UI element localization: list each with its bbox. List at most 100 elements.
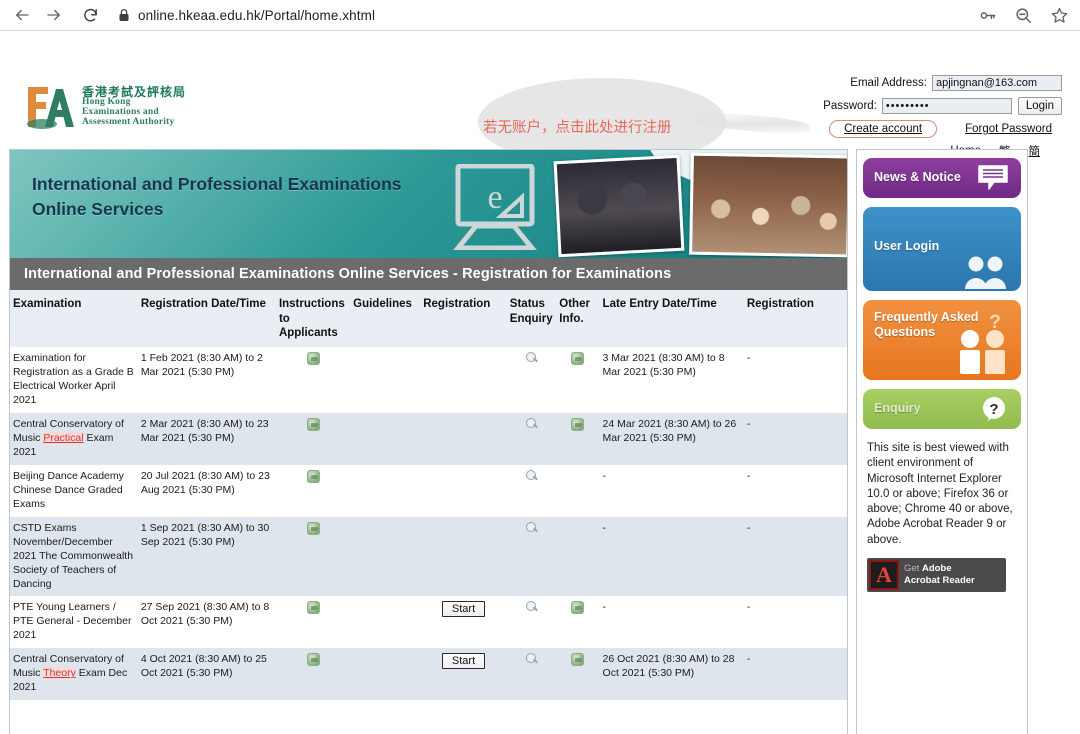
pdf-document-icon[interactable] bbox=[306, 469, 320, 483]
cell-registration-datetime: 2 Mar 2021 (8:30 AM) to 23 Mar 2021 (5:3… bbox=[137, 412, 276, 465]
magnifier-icon[interactable] bbox=[525, 417, 538, 430]
pdf-document-icon[interactable] bbox=[306, 653, 320, 667]
adobe-get-label: Get bbox=[904, 562, 922, 574]
tile-label-user-login: User Login bbox=[874, 239, 940, 253]
cell-status-enquiry[interactable] bbox=[506, 596, 557, 649]
pdf-document-icon[interactable] bbox=[306, 521, 320, 535]
cell-registration-datetime: 27 Sep 2021 (8:30 AM) to 8 Oct 2021 (5:3… bbox=[137, 596, 276, 649]
magnifier-icon[interactable] bbox=[525, 653, 538, 665]
cell-guidelines bbox=[350, 648, 421, 701]
cell-registration-datetime: 1 Sep 2021 (8:30 AM) to 30 Sep 2021 (5:3… bbox=[137, 516, 276, 597]
exam-detail-link[interactable]: Practical bbox=[43, 431, 84, 444]
sidebar: News & Notice User Login Frequently Aske… bbox=[856, 149, 1028, 734]
pdf-document-icon[interactable] bbox=[571, 417, 585, 431]
hkeaa-logo[interactable]: 香港考試及評核局 Hong Kong Examinations and Asse… bbox=[22, 83, 186, 131]
back-button[interactable] bbox=[8, 1, 36, 29]
cell-guidelines bbox=[350, 516, 421, 597]
pdf-document-icon[interactable] bbox=[571, 653, 585, 667]
banner-photo-exam-hall bbox=[689, 152, 847, 258]
col-header-late-entry-date: Late Entry Date/Time bbox=[599, 290, 744, 348]
pdf-document-icon[interactable] bbox=[306, 417, 320, 431]
faq-people-icon: ? bbox=[955, 312, 1011, 374]
cell-other-info[interactable] bbox=[556, 412, 600, 465]
zoom-out-icon[interactable] bbox=[1012, 4, 1034, 26]
password-field[interactable] bbox=[881, 98, 1012, 114]
create-account-highlight: Create account bbox=[829, 120, 938, 138]
table-row: Central Conservatory of Music Practical … bbox=[10, 412, 847, 465]
cell-examination: Central Conservatory of Music Practical … bbox=[10, 412, 138, 465]
cell-late-entry-datetime: 24 Mar 2021 (8:30 AM) to 26 Mar 2021 (5:… bbox=[599, 412, 744, 465]
cell-status-enquiry[interactable] bbox=[506, 516, 557, 597]
two-users-icon bbox=[963, 255, 1009, 289]
password-key-icon[interactable] bbox=[976, 4, 998, 26]
cell-late-registration: - bbox=[743, 516, 847, 597]
cell-instructions[interactable] bbox=[275, 648, 351, 701]
content-panel: International and Professional Examinati… bbox=[9, 149, 848, 734]
cell-guidelines bbox=[350, 464, 421, 517]
cell-status-enquiry[interactable] bbox=[506, 412, 557, 465]
cell-instructions[interactable] bbox=[275, 464, 351, 517]
cell-status-enquiry[interactable] bbox=[506, 464, 557, 517]
svg-text:e: e bbox=[487, 179, 502, 216]
banner-title: International and Professional Examinati… bbox=[32, 172, 402, 223]
create-account-link[interactable]: Create account bbox=[844, 123, 922, 135]
cell-late-registration: - bbox=[743, 596, 847, 649]
hkeaa-logo-icon bbox=[22, 83, 74, 131]
pdf-document-icon[interactable] bbox=[306, 601, 320, 615]
reload-button[interactable] bbox=[76, 1, 104, 29]
col-header-instructions: Instructions to Applicants bbox=[275, 290, 351, 348]
browser-toolbar: online.hkeaa.edu.hk/Portal/home.xhtml bbox=[0, 0, 1080, 31]
cell-instructions[interactable] bbox=[275, 516, 351, 597]
question-mark-icon: ? bbox=[981, 396, 1007, 422]
adobe-product-label: Acrobat Reader bbox=[904, 574, 975, 586]
cell-status-enquiry[interactable] bbox=[506, 347, 557, 413]
adobe-badge-text: Get Adobe Acrobat Reader bbox=[904, 563, 975, 587]
email-label: Email Address: bbox=[850, 77, 927, 89]
cell-guidelines bbox=[350, 347, 421, 413]
get-adobe-acrobat-reader-button[interactable]: A Get Adobe Acrobat Reader bbox=[867, 557, 1006, 592]
col-header-late-registration: Registration bbox=[743, 290, 847, 348]
cell-instructions[interactable] bbox=[275, 596, 351, 649]
page-subtitle: International and Professional Examinati… bbox=[10, 258, 847, 290]
cell-guidelines bbox=[350, 412, 421, 465]
monitor-icon: e bbox=[446, 163, 546, 251]
sidebar-tile-faq[interactable]: Frequently Asked Questions ? bbox=[863, 300, 1021, 380]
magnifier-icon[interactable] bbox=[525, 601, 538, 613]
forgot-password-link[interactable]: Forgot Password bbox=[965, 123, 1052, 135]
magnifier-icon[interactable] bbox=[525, 469, 538, 482]
cell-registration bbox=[420, 412, 507, 465]
col-header-guidelines: Guidelines bbox=[350, 290, 421, 348]
cell-registration: Start bbox=[420, 596, 507, 649]
cell-other-info[interactable] bbox=[556, 347, 600, 413]
cell-other-info[interactable] bbox=[556, 648, 600, 701]
email-row: Email Address: bbox=[752, 73, 1062, 93]
sidebar-tile-news-notice[interactable]: News & Notice bbox=[863, 158, 1021, 198]
exam-detail-link[interactable]: Theory bbox=[43, 667, 76, 680]
bookmark-star-icon[interactable] bbox=[1048, 4, 1070, 26]
sidebar-tile-user-login[interactable]: User Login bbox=[863, 207, 1021, 291]
cell-examination: CSTD Exams November/December 2021 The Co… bbox=[10, 516, 138, 597]
banner-title-line-1: International and Professional Examinati… bbox=[32, 174, 402, 194]
magnifier-icon[interactable] bbox=[525, 521, 538, 534]
cell-instructions[interactable] bbox=[275, 347, 351, 413]
cell-status-enquiry[interactable] bbox=[506, 648, 557, 701]
magnifier-icon[interactable] bbox=[525, 352, 538, 364]
cell-instructions[interactable] bbox=[275, 412, 351, 465]
start-registration-button[interactable]: Start bbox=[441, 653, 486, 670]
email-field[interactable] bbox=[932, 75, 1062, 91]
start-registration-button[interactable]: Start bbox=[441, 601, 486, 618]
pdf-document-icon[interactable] bbox=[306, 352, 320, 366]
password-row: Password: Login bbox=[752, 96, 1062, 116]
cell-other-info[interactable] bbox=[556, 596, 600, 649]
adobe-name-label: Adobe bbox=[921, 562, 952, 574]
login-button[interactable]: Login bbox=[1017, 97, 1062, 115]
pdf-document-icon[interactable] bbox=[571, 601, 585, 615]
annotation-text: 若无账户，点击此处进行注册 bbox=[483, 120, 672, 136]
address-bar[interactable]: online.hkeaa.edu.hk/Portal/home.xhtml bbox=[118, 2, 968, 28]
pdf-document-icon[interactable] bbox=[571, 352, 585, 366]
banner-title-line-2: Online Services bbox=[32, 199, 164, 220]
sidebar-tile-enquiry[interactable]: Enquiry ? bbox=[863, 389, 1021, 429]
forward-button[interactable] bbox=[40, 1, 68, 29]
logo-line-3: Assessment Authority bbox=[82, 117, 175, 128]
cell-late-entry-datetime: - bbox=[599, 596, 744, 649]
